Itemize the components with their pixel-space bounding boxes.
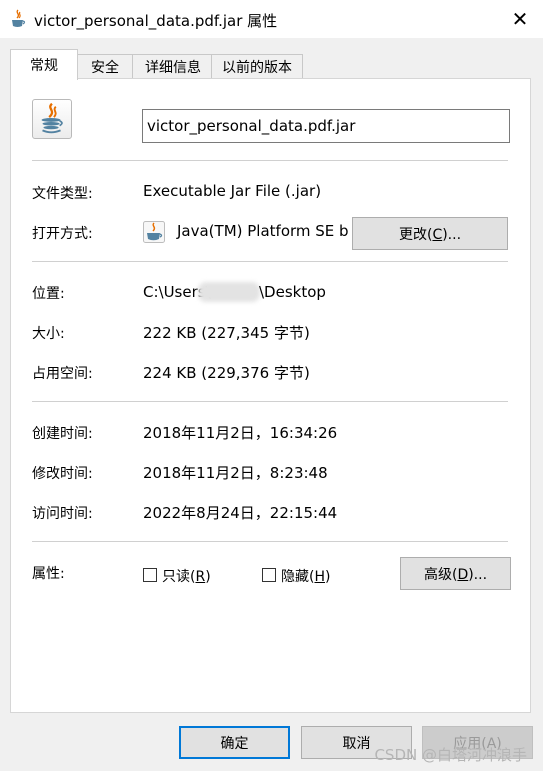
tab-security[interactable]: 安全 (75, 54, 135, 79)
window-title: victor_personal_data.pdf.jar 属性 (34, 12, 278, 30)
size-label: 大小: (32, 326, 65, 342)
hidden-checkbox[interactable] (262, 568, 276, 582)
open-with-value: Java(TM) Platform SE b (177, 222, 349, 240)
separator (32, 541, 508, 542)
tab-label: 以前的版本 (222, 60, 292, 76)
tab-previous-versions[interactable]: 以前的版本 (211, 54, 303, 79)
location-label: 位置: (32, 286, 65, 302)
accessed-label: 访问时间: (32, 506, 93, 522)
java-app-icon (143, 221, 165, 243)
advanced-button[interactable]: 高级(D)... (400, 557, 511, 590)
separator (32, 401, 508, 402)
tab-general[interactable]: 常规 (10, 49, 78, 80)
readonly-checkbox[interactable] (143, 568, 157, 582)
created-label: 创建时间: (32, 426, 93, 442)
created-value: 2018年11月2日，16:34:26 (143, 424, 338, 442)
size-on-disk-value: 224 KB (229,376 字节) (143, 364, 310, 382)
open-with-label: 打开方式: (32, 226, 93, 242)
file-name-input[interactable] (142, 109, 510, 143)
modified-label: 修改时间: (32, 466, 93, 482)
java-file-icon (12, 9, 26, 27)
separator (32, 261, 508, 262)
watermark: CSDN @白塔河冲浪手 (374, 746, 527, 764)
tab-label: 详细信息 (145, 60, 201, 76)
close-icon: ✕ (511, 7, 529, 31)
location-suffix: \Desktop (259, 283, 326, 301)
advanced-button-label: 高级(D)... (423, 566, 488, 583)
ok-button[interactable]: 确定 (179, 726, 290, 759)
tab-label: 安全 (91, 60, 119, 76)
title-bar: victor_personal_data.pdf.jar 属性 ✕ (0, 0, 543, 38)
general-panel (10, 78, 531, 713)
separator (32, 160, 508, 161)
readonly-label[interactable]: 只读(R) (162, 566, 211, 586)
accessed-value: 2022年8月24日，22:15:44 (143, 504, 338, 522)
java-icon (41, 102, 63, 134)
ok-button-label: 确定 (220, 735, 249, 752)
redacted-username (198, 282, 260, 302)
size-on-disk-label: 占用空间: (32, 366, 93, 382)
file-type-label: 文件类型: (32, 186, 93, 202)
cancel-button-label: 取消 (342, 735, 371, 752)
tab-label: 常规 (30, 58, 58, 74)
modified-value: 2018年11月2日，8:23:48 (143, 464, 328, 482)
file-icon-large (32, 99, 72, 139)
close-button[interactable]: ✕ (497, 0, 543, 38)
file-type-value: Executable Jar File (.jar) (143, 182, 322, 200)
attributes-label: 属性: (32, 566, 65, 582)
hidden-label[interactable]: 隐藏(H) (281, 566, 330, 586)
size-value: 222 KB (227,345 字节) (143, 324, 310, 342)
tab-details[interactable]: 详细信息 (132, 54, 214, 79)
change-button[interactable]: 更改(C)... (352, 217, 508, 250)
change-button-label: 更改(C)... (398, 226, 462, 243)
